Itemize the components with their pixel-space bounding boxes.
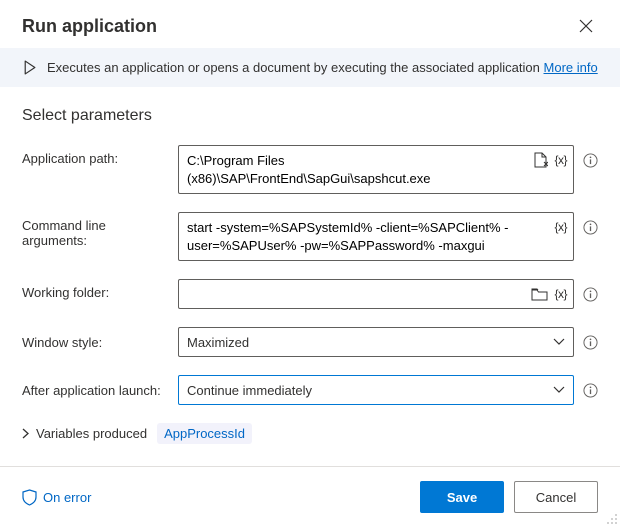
file-icon <box>533 152 548 168</box>
info-icon <box>583 287 598 302</box>
label-application-path: Application path: <box>22 145 170 166</box>
close-button[interactable] <box>574 14 598 38</box>
cancel-button[interactable]: Cancel <box>514 481 598 513</box>
chevron-down-icon <box>553 386 565 394</box>
label-after-launch: After application launch: <box>22 383 170 398</box>
variable-icon: {x} <box>554 287 567 301</box>
info-button[interactable] <box>582 286 598 302</box>
close-icon <box>579 19 593 33</box>
command-line-arguments-input[interactable] <box>179 213 554 260</box>
folder-icon <box>531 287 548 301</box>
dialog-header: Run application <box>0 0 620 48</box>
resize-grip-icon[interactable] <box>606 513 618 525</box>
browse-folder-button[interactable] <box>531 285 548 303</box>
chevron-right-icon <box>22 428 30 439</box>
info-banner: Executes an application or opens a docum… <box>0 48 620 87</box>
field-after-launch: After application launch: Continue immed… <box>22 375 598 405</box>
application-path-input[interactable] <box>179 146 533 193</box>
dialog-body: Select parameters Application path: {x} <box>0 87 620 466</box>
variables-produced-row: Variables produced AppProcessId <box>22 423 598 444</box>
label-command-line-arguments: Command line arguments: <box>22 212 170 248</box>
after-launch-select[interactable]: Continue immediately <box>178 375 574 405</box>
shield-icon <box>22 489 37 506</box>
insert-variable-button[interactable]: {x} <box>554 151 567 169</box>
info-button[interactable] <box>582 382 598 398</box>
run-icon <box>22 60 37 75</box>
info-icon <box>583 153 598 168</box>
variable-icon: {x} <box>554 153 567 167</box>
insert-variable-button[interactable]: {x} <box>554 285 567 303</box>
dialog-footer: On error Save Cancel <box>0 466 620 527</box>
chevron-down-icon <box>553 338 565 346</box>
save-button[interactable]: Save <box>420 481 504 513</box>
info-button[interactable] <box>582 334 598 350</box>
window-style-select[interactable]: Maximized <box>178 327 574 357</box>
label-window-style: Window style: <box>22 335 170 350</box>
info-button[interactable] <box>582 219 598 235</box>
section-title: Select parameters <box>22 107 598 125</box>
info-icon <box>583 220 598 235</box>
variables-produced-toggle[interactable]: Variables produced <box>22 426 147 441</box>
field-working-folder: Working folder: {x} <box>22 279 598 309</box>
label-working-folder: Working folder: <box>22 279 170 300</box>
variable-icon: {x} <box>554 220 567 234</box>
field-window-style: Window style: Maximized <box>22 327 598 357</box>
footer-actions: Save Cancel <box>420 481 598 513</box>
select-value: Continue immediately <box>187 383 553 398</box>
info-button[interactable] <box>582 152 598 168</box>
banner-text: Executes an application or opens a docum… <box>47 60 598 75</box>
field-command-line-arguments: Command line arguments: {x} <box>22 212 598 261</box>
field-application-path: Application path: {x} <box>22 145 598 194</box>
select-value: Maximized <box>187 335 553 350</box>
on-error-link[interactable]: On error <box>22 489 91 506</box>
working-folder-input[interactable] <box>179 280 531 308</box>
run-application-dialog: Run application Executes an application … <box>0 0 620 527</box>
dialog-title: Run application <box>22 16 157 37</box>
variable-chip[interactable]: AppProcessId <box>157 423 252 444</box>
variables-produced-label: Variables produced <box>36 426 147 441</box>
on-error-label: On error <box>43 490 91 505</box>
info-icon <box>583 383 598 398</box>
more-info-link[interactable]: More info <box>544 60 598 75</box>
insert-variable-button[interactable]: {x} <box>554 218 567 236</box>
info-icon <box>583 335 598 350</box>
browse-file-button[interactable] <box>533 151 548 169</box>
